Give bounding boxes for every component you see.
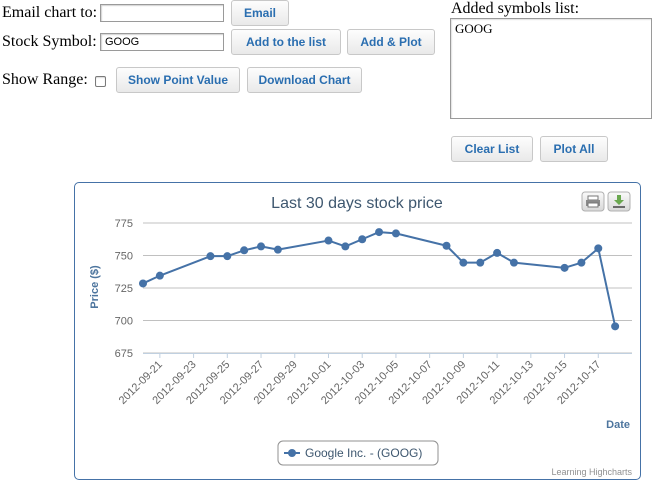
data-point[interactable] [223, 252, 232, 261]
data-point[interactable] [560, 263, 569, 272]
legend-symbol [288, 449, 296, 457]
email-input[interactable] [100, 4, 224, 22]
email-label: Email chart to: [2, 4, 98, 21]
print-button[interactable] [581, 191, 605, 212]
symbols-list[interactable]: GOOG [450, 18, 652, 119]
y-axis-label: Price ($) [89, 265, 101, 309]
data-point[interactable] [240, 246, 249, 255]
data-point[interactable] [375, 228, 384, 237]
y-tick-label: 675 [115, 348, 133, 360]
chart-container: 675 700 725 750 775 2012-09-21 2012-09-23 2012-… [74, 182, 641, 480]
y-tick-label: 775 [115, 218, 133, 230]
data-point[interactable] [509, 258, 518, 267]
data-point[interactable] [341, 242, 350, 251]
series-line [142, 231, 617, 327]
stock-chart: 6757007257507752012-09-212012-09-232012-… [89, 191, 632, 477]
data-point[interactable] [476, 258, 485, 267]
data-point[interactable] [257, 242, 266, 251]
data-point[interactable] [459, 258, 468, 267]
data-point[interactable] [611, 322, 620, 331]
x-axis-label: Date [606, 419, 630, 431]
data-point[interactable] [391, 229, 400, 238]
export-button[interactable] [607, 191, 631, 212]
symbol-item[interactable]: GOOG [451, 19, 651, 39]
data-point[interactable] [273, 245, 282, 254]
email-button[interactable]: Email [231, 0, 289, 26]
y-tick-label: 750 [115, 251, 133, 263]
data-point[interactable] [442, 241, 451, 250]
data-point[interactable] [358, 235, 367, 244]
show-point-value-button[interactable]: Show Point Value [116, 67, 240, 93]
data-point[interactable] [594, 244, 603, 253]
y-tick-label: 700 [115, 316, 133, 328]
symbols-list-label: Added symbols list: [451, 0, 580, 17]
add-and-plot-button[interactable]: Add & Plot [347, 29, 435, 55]
stock-symbol-input[interactable] [100, 33, 224, 51]
chart-title: Last 30 days stock price [271, 195, 443, 212]
legend[interactable]: Google Inc. - (GOOG) [277, 440, 439, 466]
data-point[interactable] [577, 258, 586, 267]
credits[interactable]: Learning Highcharts [551, 467, 632, 477]
stock-symbol-label: Stock Symbol: [2, 33, 97, 50]
data-point[interactable] [139, 279, 147, 288]
plot-all-button[interactable]: Plot All [540, 136, 608, 162]
data-point[interactable] [155, 271, 164, 280]
show-range-label: Show Range: [2, 71, 88, 88]
data-point[interactable] [324, 236, 333, 245]
y-tick-label: 725 [115, 283, 133, 295]
data-point[interactable] [493, 248, 502, 257]
add-to-list-button[interactable]: Add to the list [231, 29, 341, 55]
legend-item[interactable]: Google Inc. - (GOOG) [305, 446, 422, 460]
clear-list-button[interactable]: Clear List [451, 136, 533, 162]
print-icon [586, 195, 600, 208]
data-point[interactable] [206, 252, 215, 261]
show-range-checkbox[interactable] [95, 76, 106, 87]
download-chart-button[interactable]: Download Chart [247, 67, 362, 93]
